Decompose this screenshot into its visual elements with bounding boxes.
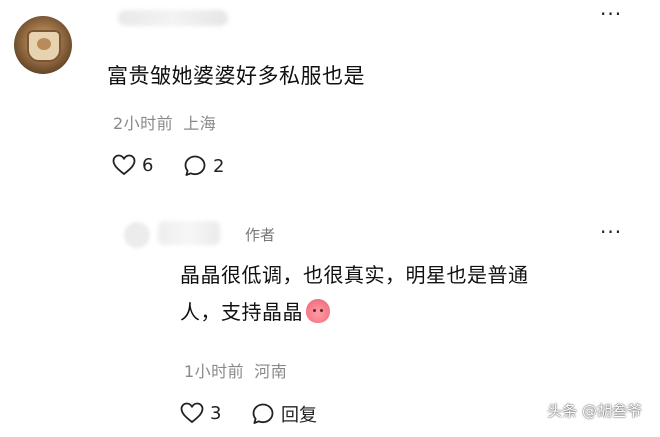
- commenter-username-blurred[interactable]: [118, 10, 228, 26]
- reply-meta: 1小时前 河南: [184, 358, 287, 382]
- speech-bubble-icon: [183, 154, 207, 178]
- reply-text: 晶晶很低调，也很真实，明星也是普通 人，支持晶晶: [180, 257, 640, 331]
- comment-meta: 2小时前 上海: [113, 110, 216, 134]
- avatar-image: [27, 30, 61, 62]
- reply-text-line2: 人，支持晶晶: [180, 300, 303, 324]
- reply-time: 1小时前: [184, 362, 245, 381]
- reply-location: 河南: [254, 362, 288, 381]
- comment-reply-count: 2: [213, 155, 225, 177]
- comment-time: 2小时前: [113, 114, 174, 133]
- reply-avatar[interactable]: [124, 222, 150, 248]
- peach-emoji-icon: [306, 299, 330, 323]
- comment-replies-button[interactable]: 2: [183, 154, 224, 178]
- comment-like-count: 6: [142, 154, 154, 176]
- reply-username-blurred[interactable]: [158, 221, 220, 245]
- heart-outline-icon: [180, 402, 204, 424]
- comment-like-button[interactable]: 6: [112, 154, 153, 176]
- reply-more-options-icon[interactable]: ···: [600, 222, 622, 242]
- comment-location: 上海: [183, 114, 217, 133]
- commenter-avatar[interactable]: [14, 16, 72, 74]
- reply-text-line2-wrap: 人，支持晶晶: [180, 294, 640, 331]
- reply-button[interactable]: 回复: [251, 401, 317, 427]
- heart-outline-icon: [112, 154, 136, 176]
- speech-bubble-icon: [251, 402, 275, 426]
- more-options-icon[interactable]: ···: [600, 4, 622, 24]
- reply-like-count: 3: [210, 402, 222, 424]
- watermark: 头条 @胡叁爷: [547, 402, 642, 420]
- comment-text: 富贵皱她婆婆好多私服也是: [107, 64, 365, 88]
- reply-button-label: 回复: [281, 405, 317, 426]
- reply-text-line1: 晶晶很低调，也很真实，明星也是普通: [180, 263, 529, 287]
- reply-like-button[interactable]: 3: [180, 402, 221, 424]
- author-badge: 作者: [245, 226, 276, 244]
